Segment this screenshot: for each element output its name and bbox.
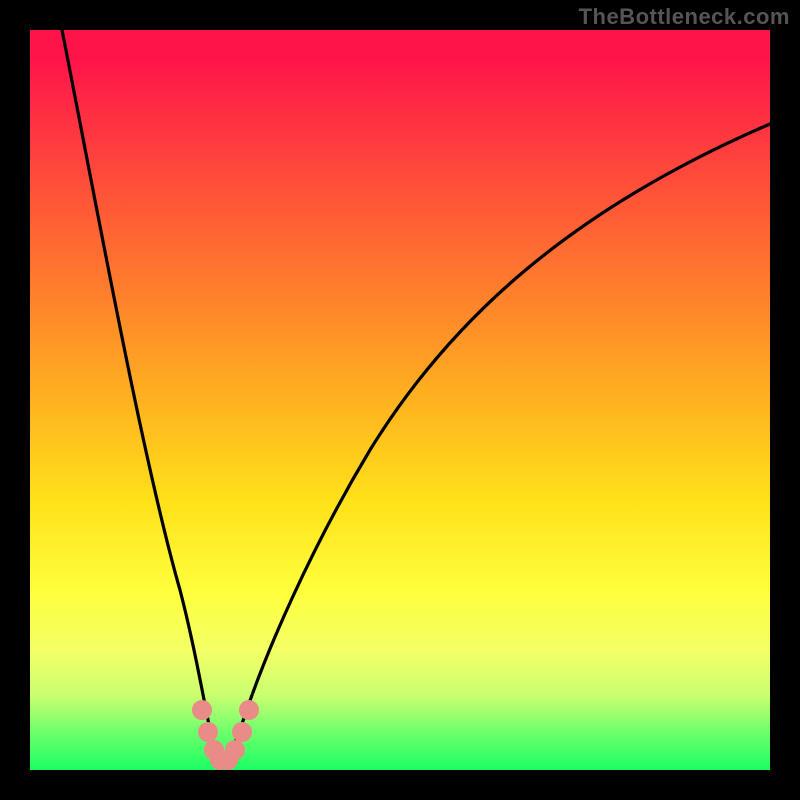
- plot-area: [30, 30, 770, 770]
- marker-dot: [232, 722, 252, 742]
- marker-dot: [225, 740, 245, 760]
- bottleneck-curve: [60, 30, 770, 763]
- sweet-spot-markers: [192, 700, 259, 770]
- chart-frame: TheBottleneck.com: [0, 0, 800, 800]
- plot-inner: [30, 30, 770, 770]
- attribution-label: TheBottleneck.com: [579, 4, 790, 30]
- curve-layer: [30, 30, 770, 770]
- marker-dot: [198, 722, 218, 742]
- marker-dot: [192, 700, 212, 720]
- marker-dot: [239, 700, 259, 720]
